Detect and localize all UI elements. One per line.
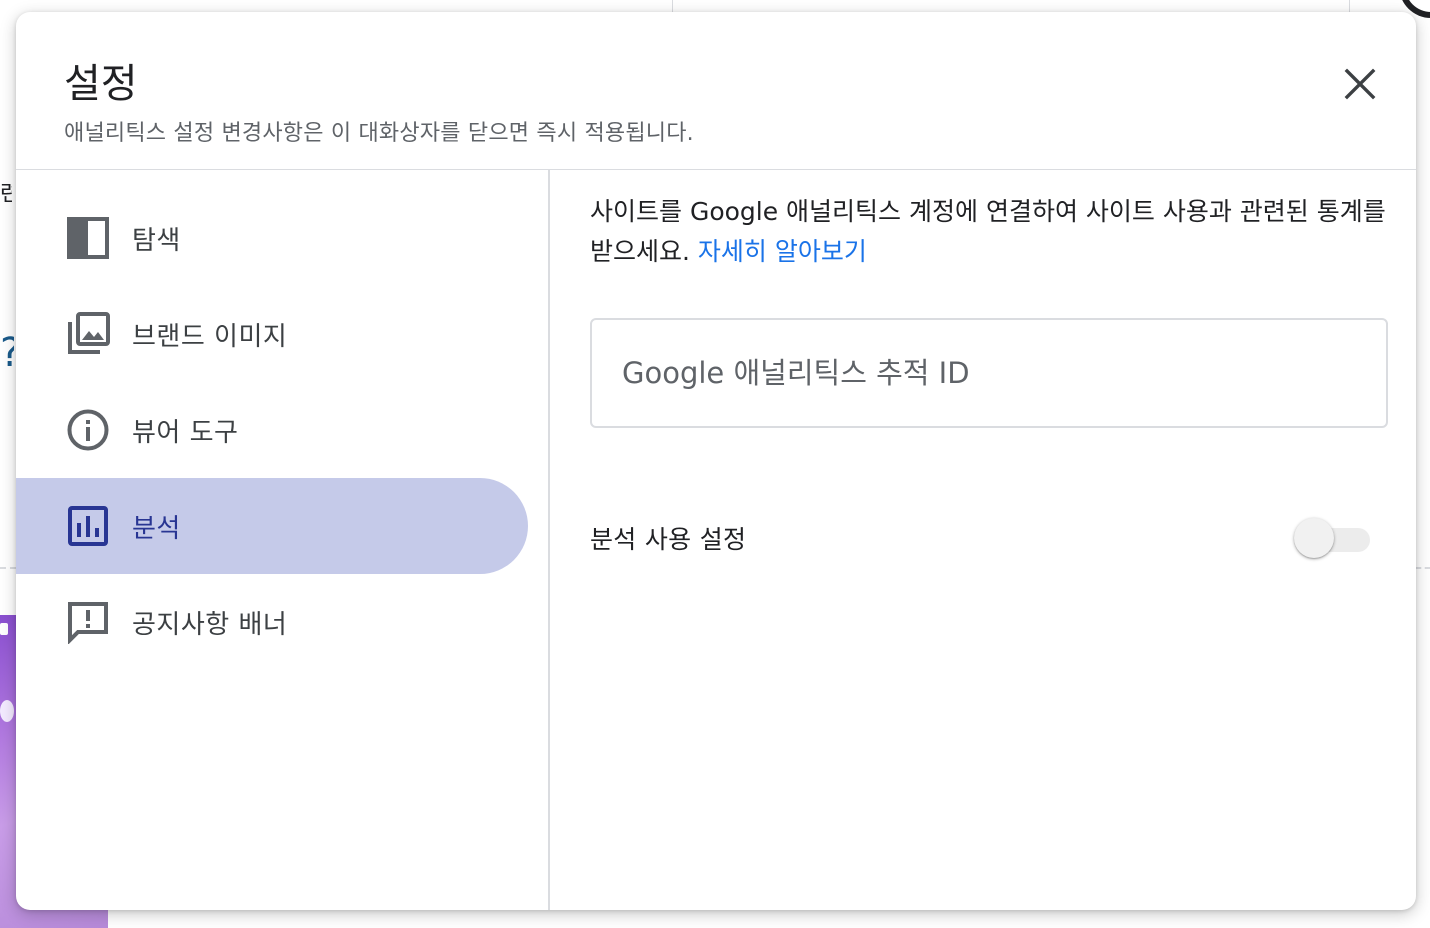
sidebar-item-announcement-banner[interactable]: 공지사항 배너 (16, 574, 528, 670)
dialog-header: 설정 애널리틱스 설정 변경사항은 이 대화상자를 닫으면 즉시 적용됩니다. (16, 12, 1416, 170)
sidebar-item-analytics[interactable]: 분석 (16, 478, 528, 574)
enable-analytics-label: 분석 사용 설정 (590, 525, 747, 554)
background-edge-text: 련 (0, 182, 12, 207)
navigation-panel-icon (66, 216, 110, 260)
background-edge-symbol: ? (0, 330, 14, 376)
analytics-settings-panel: 사이트를 Google 애널리틱스 계정에 연결하여 사이트 사용과 관련된 통… (550, 170, 1416, 910)
sidebar-item-label: 분석 (132, 513, 181, 544)
photo-library-icon (66, 312, 110, 356)
bar-chart-icon (66, 504, 110, 548)
sidebar-item-viewer-tools[interactable]: 뷰어 도구 (16, 382, 528, 478)
enable-analytics-toggle[interactable] (1294, 518, 1370, 562)
feedback-icon (66, 600, 110, 644)
background-divider-right (1416, 567, 1430, 569)
tracking-id-field[interactable] (590, 318, 1388, 428)
dialog-title: 설정 (64, 62, 138, 106)
sidebar-item-label: 탐색 (132, 225, 181, 256)
close-icon (1344, 68, 1376, 100)
sidebar-item-label: 공지사항 배너 (132, 609, 288, 640)
settings-dialog: 설정 애널리틱스 설정 변경사항은 이 대화상자를 닫으면 즉시 적용됩니다. … (16, 12, 1416, 910)
sidebar-item-label: 뷰어 도구 (132, 417, 239, 448)
sidebar-item-brand-images[interactable]: 브랜드 이미지 (16, 286, 528, 382)
sidebar-item-label: 브랜드 이미지 (132, 321, 288, 352)
close-button[interactable] (1338, 62, 1382, 106)
background-divider-left (0, 567, 16, 569)
info-icon (66, 408, 110, 452)
dialog-subtitle: 애널리틱스 설정 변경사항은 이 대화상자를 닫으면 즉시 적용됩니다. (64, 121, 694, 146)
toggle-thumb (1294, 518, 1334, 558)
learn-more-link[interactable]: 자세히 알아보기 (698, 237, 867, 266)
analytics-description: 사이트를 Google 애널리틱스 계정에 연결하여 사이트 사용과 관련된 통… (590, 192, 1400, 272)
tracking-id-input[interactable] (622, 320, 1352, 426)
settings-sidebar: 탐색 브랜드 이미지 뷰어 도구 분석 공지사항 배너 (16, 170, 550, 910)
sidebar-item-navigation[interactable]: 탐색 (16, 190, 528, 286)
